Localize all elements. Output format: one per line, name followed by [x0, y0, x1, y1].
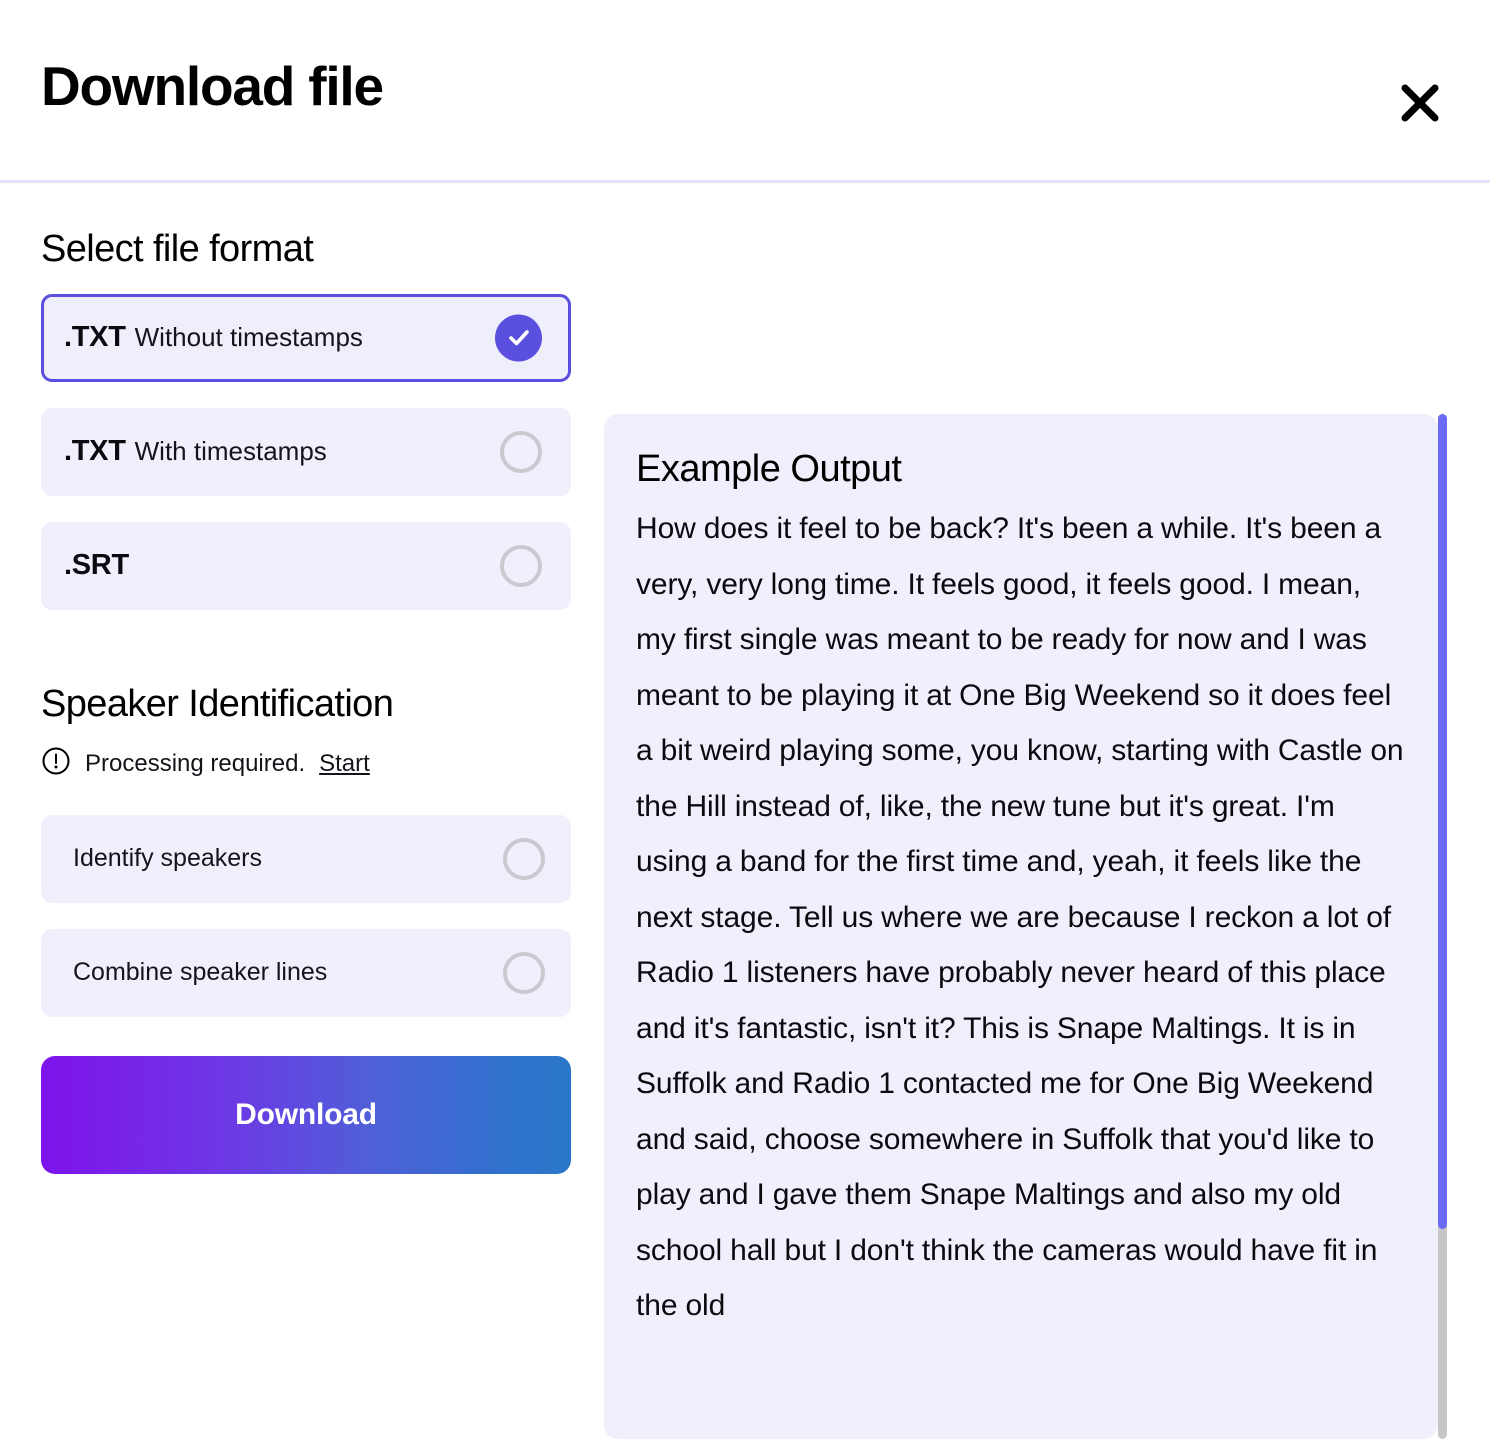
processing-notice: Processing required. Start	[41, 746, 571, 783]
download-button[interactable]: Download	[41, 1056, 571, 1174]
close-icon	[1397, 80, 1443, 129]
example-output-text: How does it feel to be back? It's been a…	[636, 501, 1406, 1334]
format-option-extension: .TXT	[64, 321, 126, 354]
alert-circle-icon	[41, 746, 71, 783]
format-option-txt-without-timestamps[interactable]: .TXT Without timestamps	[41, 294, 571, 382]
speaker-option-list: Identify speakers Combine speaker lines	[41, 815, 571, 1017]
start-processing-link[interactable]: Start	[319, 750, 370, 778]
download-file-modal: Download file Select file format .TXT Wi…	[0, 0, 1490, 1256]
processing-notice-text: Processing required.	[85, 750, 305, 778]
radio-unselected-icon[interactable]	[503, 952, 545, 994]
modal-body: Select file format .TXT Without timestam…	[0, 183, 1490, 1256]
format-option-description: Without timestamps	[135, 322, 363, 353]
format-option-label: .TXT With timestamps	[64, 435, 327, 468]
format-option-label: .SRT	[64, 549, 129, 582]
page-title: Download file	[41, 58, 383, 116]
close-button[interactable]	[1392, 76, 1448, 132]
format-option-txt-with-timestamps[interactable]: .TXT With timestamps	[41, 408, 571, 496]
speaker-option-label: Identify speakers	[67, 844, 262, 873]
preview-scrollbar-thumb[interactable]	[1438, 414, 1447, 1229]
settings-column: Select file format .TXT Without timestam…	[41, 183, 571, 1174]
radio-unselected-icon[interactable]	[500, 545, 542, 587]
preview-scrollbar-track[interactable]	[1438, 414, 1447, 1439]
example-output-title: Example Output	[636, 448, 1406, 491]
format-section-title: Select file format	[41, 183, 571, 271]
format-option-srt[interactable]: .SRT	[41, 522, 571, 610]
speaker-section-title: Speaker Identification	[41, 636, 571, 726]
format-option-extension: .TXT	[64, 435, 126, 468]
speaker-option-label: Combine speaker lines	[67, 958, 327, 987]
radio-unselected-icon[interactable]	[500, 431, 542, 473]
format-option-description: With timestamps	[135, 436, 327, 467]
modal-header: Download file	[0, 0, 1490, 183]
format-option-extension: .SRT	[64, 549, 129, 582]
speaker-option-combine-speaker-lines[interactable]: Combine speaker lines	[41, 929, 571, 1017]
format-option-label: .TXT Without timestamps	[64, 321, 363, 354]
example-output-panel: Example Output How does it feel to be ba…	[604, 414, 1438, 1439]
radio-selected-icon[interactable]	[495, 314, 542, 361]
radio-unselected-icon[interactable]	[503, 838, 545, 880]
format-option-list: .TXT Without timestamps .TXT With timest…	[41, 294, 571, 610]
speaker-option-identify-speakers[interactable]: Identify speakers	[41, 815, 571, 903]
